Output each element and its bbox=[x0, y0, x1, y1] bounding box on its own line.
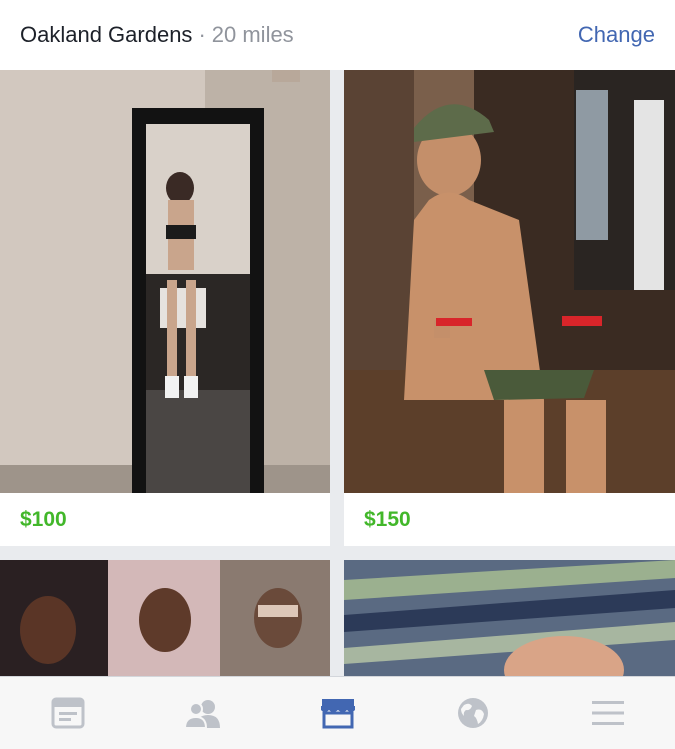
menu-icon bbox=[591, 701, 624, 725]
listing-card[interactable] bbox=[344, 560, 675, 680]
listing-card[interactable] bbox=[0, 560, 330, 680]
location-distance: 20 miles bbox=[211, 22, 294, 47]
bottom-tab-bar bbox=[0, 676, 675, 749]
listing-photo[interactable] bbox=[344, 560, 675, 680]
tab-news-feed[interactable] bbox=[38, 683, 98, 743]
globe-icon bbox=[457, 698, 488, 728]
listing-card[interactable]: $100 bbox=[0, 70, 330, 546]
listing-photo[interactable] bbox=[344, 70, 675, 493]
tab-friends[interactable] bbox=[173, 683, 233, 743]
tab-marketplace[interactable] bbox=[308, 683, 368, 743]
change-location-button[interactable]: Change bbox=[578, 22, 655, 48]
listing-photo[interactable] bbox=[0, 70, 330, 493]
tab-menu[interactable] bbox=[578, 683, 638, 743]
tab-notifications[interactable] bbox=[443, 683, 503, 743]
listing-photo[interactable] bbox=[0, 560, 330, 680]
location-separator: · bbox=[198, 22, 206, 47]
marketplace-icon bbox=[320, 699, 355, 729]
location-info: Oakland Gardens · 20 miles bbox=[20, 22, 294, 48]
location-name: Oakland Gardens bbox=[20, 22, 193, 47]
listing-price: $150 bbox=[364, 508, 411, 531]
friends-icon bbox=[183, 700, 220, 728]
news-feed-icon bbox=[51, 697, 84, 729]
location-header: Oakland Gardens · 20 miles Change bbox=[0, 0, 675, 70]
listing-price: $100 bbox=[20, 508, 67, 531]
listing-card[interactable]: $150 bbox=[344, 70, 675, 546]
